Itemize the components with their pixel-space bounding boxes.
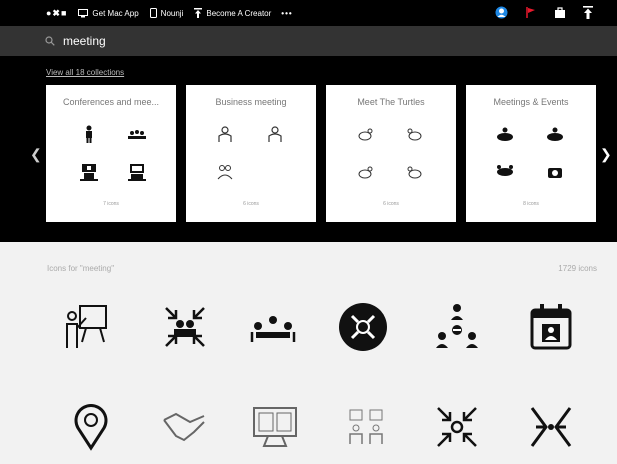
- collection-count: 6 icons: [243, 201, 259, 207]
- collection-card[interactable]: Meet The Turtles 6 icons: [326, 85, 456, 222]
- profile-icon[interactable]: [495, 6, 508, 19]
- more-menu-button[interactable]: •••: [281, 9, 292, 18]
- monitor-icon: [78, 8, 89, 17]
- businessman-icon: [268, 126, 282, 142]
- team-meeting-icon[interactable]: [160, 302, 210, 352]
- speaker-podium-icon: [80, 164, 98, 181]
- phone-icon: [149, 8, 157, 18]
- nounji-link[interactable]: Nounji: [149, 8, 184, 18]
- meeting-group-icon: [217, 165, 233, 180]
- get-mac-app-label: Get Mac App: [92, 8, 139, 18]
- collection-card[interactable]: Conferences and mee... 7 icons: [46, 85, 176, 222]
- collection-title: Meetings & Events: [493, 97, 569, 107]
- chevron-right-icon[interactable]: ❯: [600, 146, 612, 163]
- focus-icon[interactable]: [526, 402, 576, 452]
- conference-icon: [548, 168, 562, 178]
- collection-title: Business meeting: [215, 97, 287, 107]
- video-conference-icon[interactable]: [250, 402, 300, 452]
- round-table-icon: [497, 127, 513, 141]
- collection-title: Conferences and mee...: [62, 97, 160, 107]
- chevron-left-icon[interactable]: ❮: [30, 146, 42, 163]
- top-nav-bar: ●✖■ Get Mac App Nounji Become A Creator …: [0, 0, 617, 26]
- collection-count: 6 icons: [383, 201, 399, 207]
- view-all-collections-link[interactable]: View all 18 collections: [46, 68, 124, 77]
- flag-icon[interactable]: [525, 6, 537, 19]
- turtle-icon: [358, 166, 373, 179]
- upload-arrow-icon: [194, 8, 203, 18]
- search-icon: [45, 36, 55, 46]
- turtle-icon: [358, 128, 373, 141]
- person-icon: [86, 125, 92, 143]
- team-hierarchy-icon[interactable]: [432, 302, 482, 352]
- nounji-label: Nounji: [160, 8, 184, 18]
- discussion-icon: [497, 165, 513, 176]
- results-count: 1729 icons: [558, 264, 597, 273]
- get-mac-app-link[interactable]: Get Mac App: [78, 8, 139, 18]
- location-meeting-icon[interactable]: [66, 402, 116, 452]
- collection-card[interactable]: Business meeting 6 icons: [186, 85, 316, 222]
- collections-section: View all 18 collections ❮ Conferences an…: [0, 56, 617, 242]
- people-icon[interactable]: [342, 402, 392, 452]
- screen-presentation-icon: [128, 164, 146, 181]
- search-input[interactable]: [63, 34, 543, 48]
- search-bar: [0, 26, 617, 56]
- results-section: Icons for "meeting" 1729 icons: [0, 242, 617, 464]
- collection-count: 7 icons: [103, 201, 119, 207]
- round-table-icon: [547, 127, 563, 141]
- collection-count: 8 icons: [523, 201, 539, 207]
- conference-table-icon[interactable]: [248, 302, 298, 352]
- collection-title: Meet The Turtles: [357, 97, 425, 107]
- presentation-icon[interactable]: [62, 302, 112, 352]
- collection-card[interactable]: Meetings & Events 8 icons: [466, 85, 596, 222]
- become-creator-link[interactable]: Become A Creator: [194, 8, 271, 18]
- handshake-icon[interactable]: [160, 402, 210, 452]
- calendar-person-icon[interactable]: [526, 302, 576, 352]
- businessman-icon: [218, 126, 232, 142]
- upload-icon[interactable]: [583, 6, 593, 19]
- turtle-icon: [407, 166, 422, 179]
- logo[interactable]: ●✖■: [46, 8, 67, 19]
- converge-icon[interactable]: [432, 402, 482, 452]
- meeting-circle-icon[interactable]: [338, 302, 388, 352]
- audience-icon: [128, 130, 146, 139]
- bag-icon[interactable]: [554, 6, 566, 19]
- results-title: Icons for "meeting": [47, 264, 115, 273]
- become-creator-label: Become A Creator: [206, 8, 272, 18]
- turtle-icon: [407, 128, 422, 141]
